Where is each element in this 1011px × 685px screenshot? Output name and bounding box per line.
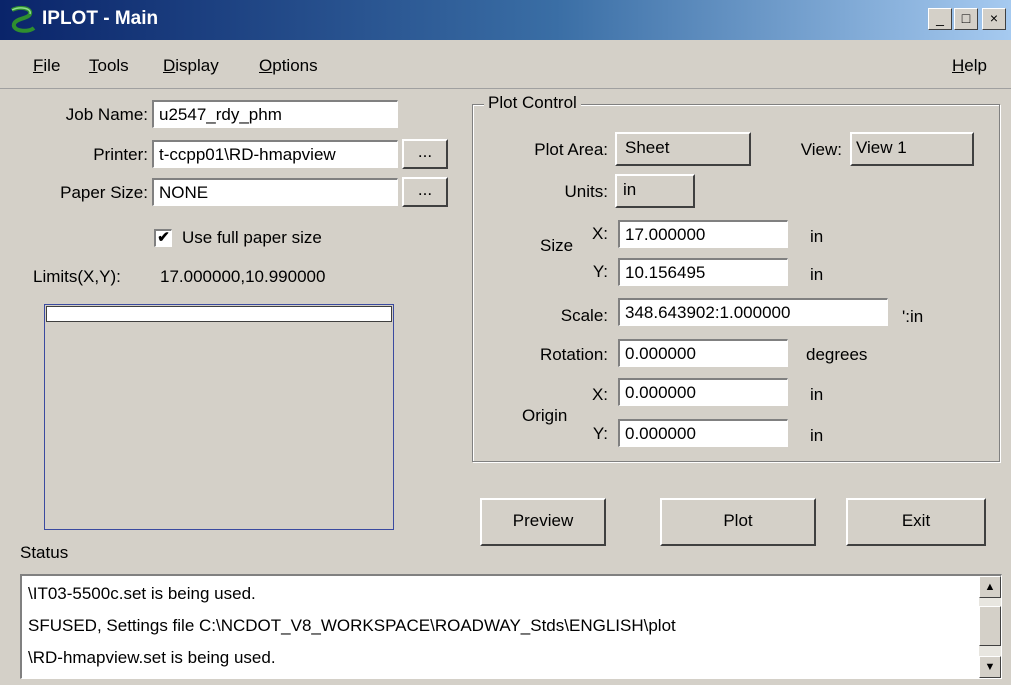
rotation-field[interactable]: 0.000000 (618, 339, 788, 367)
close-button[interactable]: × (982, 8, 1006, 30)
menu-tools[interactable]: Tools (89, 56, 129, 76)
origin-x-field[interactable]: 0.000000 (618, 378, 788, 406)
scroll-up-arrow-icon[interactable]: ▲ (979, 576, 1001, 598)
status-line: \IT03-5500c.set is being used. (28, 584, 256, 603)
rotation-label: Rotation: (539, 345, 608, 364)
view-button[interactable]: View 1 (850, 132, 974, 166)
scale-field[interactable]: 348.643902:1.000000 (618, 298, 888, 326)
size-x-field[interactable]: 17.000000 (618, 220, 788, 248)
plot-preview-area (44, 304, 394, 530)
maximize-button[interactable]: □ (954, 8, 978, 30)
limits-value: 17.000000,10.990000 (160, 267, 326, 286)
menu-bar: File Tools Display Options Help (0, 40, 1011, 89)
use-full-paper-checkbox[interactable]: ✔ (154, 229, 172, 247)
menu-options[interactable]: Options (259, 56, 318, 76)
job-name-field[interactable]: u2547_rdy_phm (152, 100, 398, 128)
origin-y-label: Y: (592, 424, 608, 443)
window-title: IPLOT - Main (42, 8, 159, 29)
plot-preview-sheet (46, 306, 392, 322)
scale-unit: ':in (902, 307, 924, 326)
scroll-down-arrow-icon[interactable]: ▼ (979, 656, 1001, 678)
size-x-unit: in (810, 227, 824, 246)
paper-size-label: Paper Size: (60, 183, 148, 202)
printer-label: Printer: (93, 145, 148, 164)
units-button[interactable]: in (615, 174, 695, 208)
status-scrollbar[interactable]: ▲ ▼ (979, 576, 1001, 678)
origin-y-unit: in (810, 426, 824, 445)
scroll-thumb[interactable] (979, 606, 1001, 646)
view-label: View: (800, 140, 842, 159)
rotation-unit: degrees (806, 345, 868, 364)
job-name-label: Job Name: (65, 105, 148, 124)
menu-display[interactable]: Display (163, 56, 219, 76)
menu-help[interactable]: Help (952, 56, 987, 76)
scale-label: Scale: (560, 306, 608, 325)
origin-x-unit: in (810, 385, 824, 404)
status-label: Status (20, 543, 69, 562)
plot-control-title: Plot Control (484, 93, 581, 113)
origin-y-field[interactable]: 0.000000 (618, 419, 788, 447)
title-bar[interactable]: IPLOT - Main _ □ × (0, 0, 1011, 40)
paper-size-field[interactable]: NONE (152, 178, 398, 206)
printer-field[interactable]: t-ccpp01\RD-hmapview (152, 140, 398, 168)
plot-button[interactable]: Plot (660, 498, 816, 546)
exit-button[interactable]: Exit (846, 498, 986, 546)
size-y-field[interactable]: 10.156495 (618, 258, 788, 286)
origin-x-label: X: (591, 385, 608, 404)
origin-label: Origin (522, 406, 568, 425)
preview-button[interactable]: Preview (480, 498, 606, 546)
iplot-main-window: IPLOT - Main _ □ × File Tools Display Op… (0, 0, 1011, 685)
plot-area-button[interactable]: Sheet (615, 132, 751, 166)
limits-label: Limits(X,Y): (33, 267, 121, 286)
status-log[interactable]: \IT03-5500c.set is being used. SFUSED, S… (20, 574, 1002, 679)
status-line: \RD-hmapview.set is being used. (28, 648, 276, 667)
size-y-label: Y: (592, 262, 608, 281)
minimize-button[interactable]: _ (928, 8, 952, 30)
use-full-paper-label: Use full paper size (182, 228, 322, 247)
size-y-unit: in (810, 265, 824, 284)
plot-area-label: Plot Area: (534, 140, 608, 159)
size-x-label: X: (591, 224, 608, 243)
menu-file[interactable]: File (33, 56, 60, 76)
units-label: Units: (564, 182, 608, 201)
status-line: SFUSED, Settings file C:\NCDOT_V8_WORKSP… (28, 616, 676, 635)
app-logo-icon (11, 5, 36, 33)
paper-size-browse-button[interactable]: ... (402, 177, 448, 207)
printer-browse-button[interactable]: ... (402, 139, 448, 169)
